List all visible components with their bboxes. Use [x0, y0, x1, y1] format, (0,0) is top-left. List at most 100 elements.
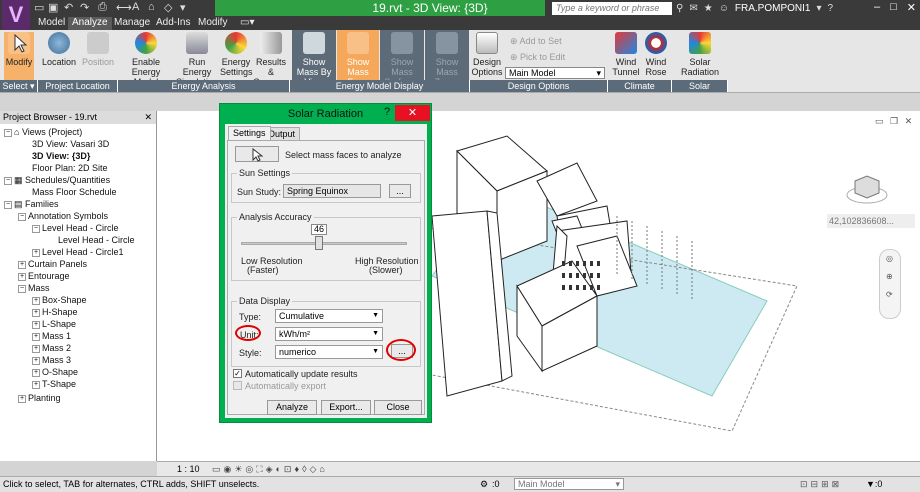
view-control-icons[interactable]: ▭◉☀◎⛶◈◐⊡♦◊◇⌂: [212, 462, 328, 476]
collapse-icon[interactable]: −: [32, 224, 40, 233]
tree-3d-view-active[interactable]: 3D View: {3D}: [32, 151, 90, 161]
viewcube-icon[interactable]: [845, 171, 889, 207]
tab-settings[interactable]: Settings: [228, 126, 271, 140]
tree-3d-vasari[interactable]: 3D View: Vasari 3D: [32, 139, 109, 149]
tree-level-head-1[interactable]: − Level Head - Circle: [32, 223, 119, 233]
collapse-icon[interactable]: −: [18, 212, 26, 221]
expand-icon[interactable]: +: [18, 260, 26, 269]
tree-box-shape[interactable]: + Box-Shape: [32, 295, 87, 305]
steering-wheel-icon[interactable]: ◎: [886, 254, 893, 263]
type-select[interactable]: Cumulative ▼: [275, 309, 383, 323]
tree-entourage[interactable]: + Entourage: [18, 271, 70, 281]
tree-t-shape[interactable]: + T-Shape: [32, 379, 76, 389]
save-icon[interactable]: ▣: [48, 1, 58, 15]
user-icon[interactable]: ☺: [719, 3, 729, 14]
auto-export-checkbox[interactable]: [233, 381, 242, 390]
tab-add-ins[interactable]: Add-Ins: [156, 17, 190, 30]
expand-icon[interactable]: +: [32, 296, 40, 305]
style-select[interactable]: numerico ▼: [275, 345, 383, 359]
minimize-icon[interactable]: –: [874, 1, 880, 14]
wind-tunnel-button[interactable]: Wind Tunnel: [610, 32, 642, 80]
tree-annotation-symbols[interactable]: − Annotation Symbols: [18, 211, 108, 221]
tree-level-head-circle1[interactable]: + Level Head - Circle1: [32, 247, 124, 257]
show-mass-form-button[interactable]: Show Mass Form: [337, 30, 379, 87]
analyze-button[interactable]: Analyze: [267, 400, 317, 415]
sun-study-browse-button[interactable]: ...: [389, 184, 411, 198]
collapse-icon[interactable]: −: [4, 176, 12, 185]
add-to-set-button[interactable]: ⊕ Add to Set: [510, 36, 562, 47]
tree-planting[interactable]: + Planting: [18, 393, 61, 403]
view-scale[interactable]: 1 : 10: [177, 462, 200, 476]
collapse-icon[interactable]: −: [18, 284, 26, 293]
design-option-select[interactable]: Main Model ▾: [505, 67, 605, 79]
redo-icon[interactable]: ↷: [80, 1, 89, 15]
enable-energy-model-button[interactable]: Enable Energy Model: [120, 32, 172, 87]
print-icon[interactable]: ⎙: [98, 1, 107, 15]
solar-radiation-button[interactable]: Solar Radiation: [678, 32, 722, 80]
section-icon[interactable]: ◇: [164, 1, 172, 15]
panel-select[interactable]: Select ▾: [0, 80, 38, 92]
tree-mass-floor-schedule[interactable]: Mass Floor Schedule: [32, 187, 117, 197]
tree-mass-1[interactable]: + Mass 1: [32, 331, 71, 341]
select-faces-button[interactable]: [235, 146, 279, 162]
expand-icon[interactable]: +: [18, 272, 26, 281]
unit-select[interactable]: kWh/m² ▼: [275, 327, 383, 341]
orbit-icon[interactable]: ⟳: [886, 290, 893, 299]
modify-button[interactable]: Modify: [4, 32, 34, 80]
design-option-status-select[interactable]: Main Model ▾: [514, 478, 624, 490]
expand-icon[interactable]: +: [32, 332, 40, 341]
coordinate-readout[interactable]: 42,102836608...: [827, 214, 915, 228]
run-energy-simulation-button[interactable]: Run Energy Simulation: [175, 32, 219, 87]
measure-icon[interactable]: ⟷: [116, 1, 132, 15]
tree-h-shape[interactable]: + H-Shape: [32, 307, 78, 317]
collapse-icon[interactable]: −: [4, 200, 12, 209]
expand-icon[interactable]: +: [32, 380, 40, 389]
design-options-button[interactable]: Design Options: [471, 32, 503, 80]
pick-to-edit-button[interactable]: ⊕ Pick to Edit: [510, 52, 565, 63]
collapse-icon[interactable]: −: [4, 128, 12, 137]
app-logo[interactable]: V: [2, 0, 30, 30]
location-button[interactable]: Location: [40, 32, 78, 80]
results-compare-button[interactable]: Results & Compare: [253, 32, 290, 87]
show-mass-by-view-button[interactable]: Show Mass By View: [292, 30, 336, 87]
close-window-icon[interactable]: ✕: [907, 1, 916, 14]
tree-mass-3[interactable]: + Mass 3: [32, 355, 71, 365]
energy-settings-button[interactable]: Energy Settings: [220, 32, 253, 80]
auto-update-checkbox[interactable]: ✓: [233, 369, 242, 378]
tree-o-shape[interactable]: + O-Shape: [32, 367, 78, 377]
expand-icon[interactable]: +: [18, 394, 26, 403]
expand-icon[interactable]: +: [32, 356, 40, 365]
binoculars-icon[interactable]: ⚲: [676, 3, 683, 14]
tree-mass-2[interactable]: + Mass 2: [32, 343, 71, 353]
help-icon[interactable]: ?: [828, 3, 834, 14]
close-icon[interactable]: ✕: [144, 111, 152, 124]
qat-dropdown-icon[interactable]: ▾: [180, 1, 186, 15]
open-icon[interactable]: ▭: [34, 1, 44, 15]
view-3d-icon[interactable]: ⌂: [148, 1, 155, 15]
favorites-star-icon[interactable]: ★: [704, 3, 713, 14]
undo-icon[interactable]: ↶: [64, 1, 73, 15]
export-button[interactable]: Export...: [321, 400, 371, 415]
expand-icon[interactable]: +: [32, 248, 40, 257]
tree-l-shape[interactable]: + L-Shape: [32, 319, 76, 329]
sun-study-field[interactable]: Spring Equinox: [283, 184, 381, 198]
dialog-close-button[interactable]: ✕: [395, 105, 430, 121]
filter-icon[interactable]: ▼:0: [866, 477, 882, 492]
position-button[interactable]: Position: [80, 32, 116, 80]
ribbon-toggle-icon[interactable]: ▭▾: [240, 17, 254, 30]
wind-rose-button[interactable]: Wind Rose: [642, 32, 670, 80]
close-button[interactable]: Close: [374, 400, 422, 415]
accuracy-slider-thumb[interactable]: [315, 236, 323, 250]
expand-icon[interactable]: +: [32, 368, 40, 377]
maximize-icon[interactable]: □: [890, 1, 897, 14]
tree-mass[interactable]: − Mass: [18, 283, 50, 293]
tab-modify[interactable]: Modify: [198, 17, 227, 30]
text-icon[interactable]: A: [132, 1, 139, 15]
subscription-icon[interactable]: ✉: [689, 3, 697, 14]
tree-level-head-2[interactable]: Level Head - Circle: [58, 235, 135, 245]
tree-floor-plan[interactable]: Floor Plan: 2D Site: [32, 163, 108, 173]
user-dropdown-icon[interactable]: ▾: [816, 3, 821, 14]
tree-curtain-panels[interactable]: + Curtain Panels: [18, 259, 87, 269]
tree-schedules[interactable]: − ▦ Schedules/Quantities: [4, 175, 110, 186]
tab-analyze[interactable]: Analyze: [68, 17, 112, 30]
